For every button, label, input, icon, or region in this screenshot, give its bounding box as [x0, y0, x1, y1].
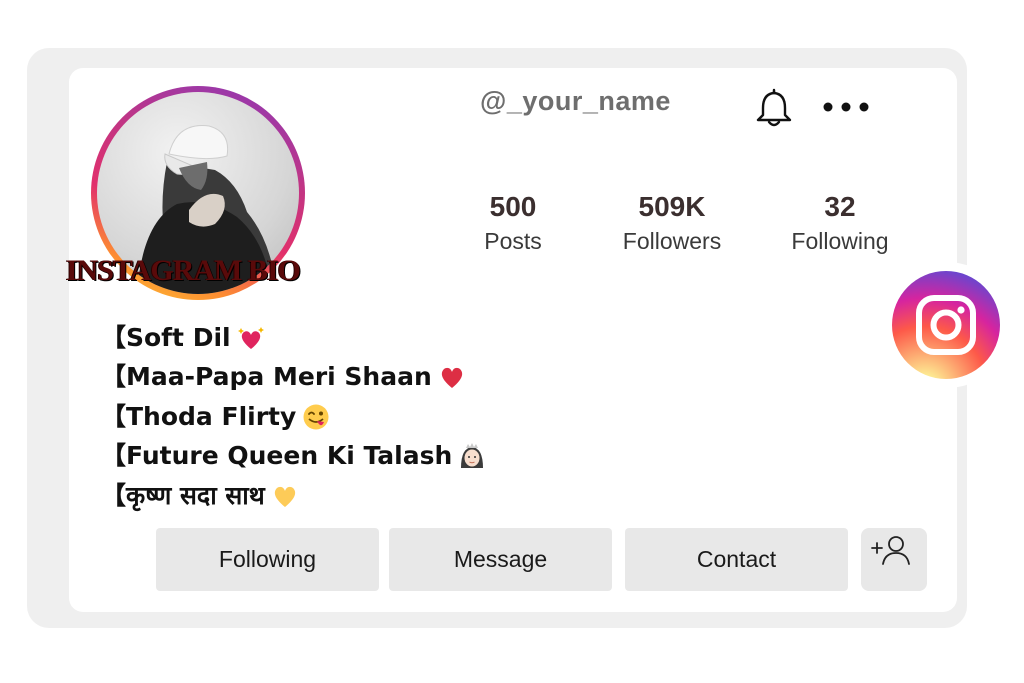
bio-line: 【Soft Dil — [101, 318, 486, 358]
winking-tongue-face-icon — [303, 404, 329, 430]
bio-line: 【Future Queen Ki Talash — [101, 437, 486, 477]
stat-following-label: Following — [791, 228, 889, 254]
bio-line-text: 【Soft Dil — [101, 322, 231, 352]
stat-posts[interactable]: 500 Posts — [443, 190, 583, 256]
add-user-icon — [871, 536, 910, 565]
bio-line-text: 【Future Queen Ki Talash — [101, 441, 453, 471]
bell-icon[interactable] — [755, 88, 793, 128]
heart-with-sparkles-icon — [237, 326, 264, 349]
stat-followers-label: Followers — [622, 228, 722, 254]
bio-line: 【Maa-Papa Meri Shaan — [101, 358, 486, 398]
red-heart-icon — [441, 368, 462, 389]
stat-posts-value: 500 — [489, 191, 537, 222]
contact-button[interactable]: Contact — [625, 528, 848, 591]
more-options-icon[interactable] — [820, 97, 872, 117]
stat-following-value: 32 — [824, 191, 856, 222]
bio-line-text: 【कृष्ण सदा साथ — [101, 480, 265, 510]
instagram-glyph — [916, 295, 976, 355]
instagram-logo-icon[interactable] — [892, 271, 1000, 379]
bio: 【Soft Dil 【Maa-Papa Meri Shaan 【Thoda Fl… — [101, 318, 486, 516]
following-button[interactable]: Following — [156, 528, 379, 591]
princess-face-icon — [461, 443, 484, 469]
bio-line-text: 【Thoda Flirty — [101, 401, 297, 431]
add-user-button[interactable] — [861, 528, 927, 591]
bio-line: 【कृष्ण सदा साथ — [101, 476, 486, 516]
stat-followers-value: 509K — [638, 191, 706, 222]
stat-posts-label: Posts — [484, 228, 542, 254]
bio-line-text: 【Maa-Papa Meri Shaan — [101, 362, 432, 392]
bio-line: 【Thoda Flirty — [101, 397, 486, 437]
stat-following[interactable]: 32 Following — [770, 190, 910, 256]
brand-caption: INSTAGRAM BIO — [66, 254, 301, 287]
yellow-heart-icon — [274, 486, 295, 507]
stat-followers[interactable]: 509K Followers — [602, 190, 742, 256]
username[interactable]: @_your_name — [480, 86, 671, 117]
message-button[interactable]: Message — [389, 528, 612, 591]
